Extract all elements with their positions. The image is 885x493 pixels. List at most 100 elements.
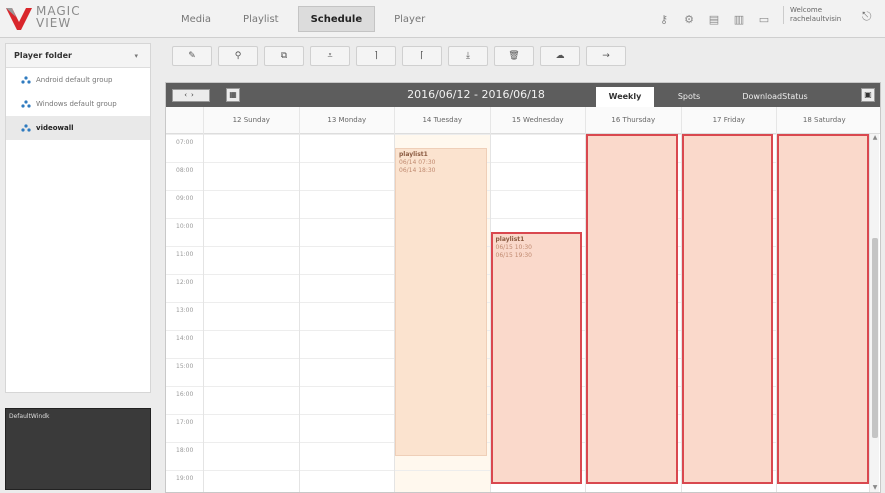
cloud-button[interactable]: ☁ [540, 46, 580, 66]
pencil-icon: ✎ [188, 51, 196, 61]
schedule-event[interactable] [586, 134, 678, 484]
key-icon[interactable]: ⚷ [653, 10, 675, 28]
day-header: 15 Wednesday [489, 107, 586, 134]
day-header-row: 12 Sunday 13 Monday 14 Tuesday 15 Wednesday… [166, 107, 880, 134]
date-range: 2016/06/12 - 2016/06/18 [407, 88, 545, 101]
schedule-event[interactable]: playlist1 06/14 07:30 06/14 18:30 [395, 148, 487, 456]
hour-label: 09:00 [176, 195, 194, 202]
hour-label: 10:00 [176, 223, 194, 230]
hour-label: 11:00 [176, 251, 194, 258]
schedule-toolbar: ✎ ⚲ ⧉ ⩡ ⌉ ⌈ ⤓ 🗑 ☁ → [172, 46, 632, 66]
player-folder-title: Player folder [14, 51, 72, 60]
bracket-right-button[interactable]: ⌉ [356, 46, 396, 66]
gear-icon[interactable]: ⚙ [678, 10, 700, 28]
chevron-down-icon[interactable]: ▾ [134, 44, 138, 68]
schedule-header: ‹› ▦ 2016/06/12 - 2016/06/18 Weekly Spot… [166, 83, 880, 107]
event-time: 06/15 10:30 [495, 244, 533, 251]
time-grid: 07:00 08:00 09:00 10:00 11:00 12:00 13:00 14:00… [166, 134, 873, 492]
tab-download-status[interactable]: DownloadStatus [738, 87, 812, 107]
welcome-user[interactable]: Welcome rachelaultvisin [783, 6, 853, 24]
hour-label: 07:00 [176, 139, 194, 146]
search-icon: ⚲ [234, 51, 242, 61]
event-time: 06/14 18:30 [399, 167, 436, 174]
scroll-up-icon[interactable]: ▲ [870, 134, 880, 144]
cloud-icon: ☁ [555, 51, 565, 61]
delete-button[interactable]: 🗑 [494, 46, 534, 66]
player-folder-header[interactable]: Player folder ▾ [6, 44, 150, 68]
hour-label: 16:00 [176, 391, 194, 398]
schedule-event[interactable] [777, 134, 869, 484]
day-header: 14 Tuesday [394, 107, 490, 134]
scroll-down-icon[interactable]: ▼ [870, 484, 880, 492]
day-header: 17 Friday [680, 107, 777, 134]
tab-weekly[interactable]: Weekly [596, 87, 654, 107]
day-header: 13 Monday [298, 107, 395, 134]
day-header: 12 Sunday [203, 107, 299, 134]
tab-playlist[interactable]: Playlist [230, 6, 292, 32]
align-bottom-button[interactable]: ⩡ [310, 46, 350, 66]
day-header: 18 Saturday [776, 107, 872, 134]
expand-icon[interactable]: ▣ [861, 88, 875, 102]
copy-button[interactable]: ⧉ [264, 46, 304, 66]
hour-label: 08:00 [176, 167, 194, 174]
event-time: 06/14 07:30 [399, 159, 436, 166]
schedule-calendar: ‹› ▦ 2016/06/12 - 2016/06/18 Weekly Spot… [165, 82, 881, 493]
event-title: playlist1 [495, 236, 525, 243]
sidebar-item-label: Windows default group [36, 100, 117, 108]
align-bottom-icon: ⩡ [327, 51, 333, 61]
trash-icon: 🗑 [508, 51, 520, 61]
group-icon [21, 100, 31, 108]
arrow-right-icon: → [602, 51, 610, 61]
magicview-logo[interactable]: MAGIC VIEW [6, 4, 98, 34]
schedule-event[interactable]: playlist1 06/15 10:30 06/15 19:30 [490, 232, 582, 484]
bracket-left-icon: ⌈ [420, 51, 424, 61]
day-divider [203, 134, 204, 492]
event-time: 06/15 19:30 [495, 252, 533, 259]
copy-icon: ⧉ [280, 51, 288, 61]
bracket-right-icon: ⌉ [374, 51, 378, 61]
week-nav-buttons[interactable]: ‹› [172, 89, 210, 102]
next-week-button[interactable]: › [191, 91, 198, 99]
group-icon [21, 124, 31, 132]
logo-text: MAGIC VIEW [36, 4, 81, 30]
header-icons: ⚷ ⚙ ▤ ▥ ▭ [650, 10, 775, 28]
monitor-icon[interactable]: ▭ [753, 10, 775, 28]
search-button[interactable]: ⚲ [218, 46, 258, 66]
sidebar-item-label: videowall [36, 124, 74, 132]
logout-icon[interactable]: ⎋ [862, 9, 878, 27]
hour-label: 19:00 [176, 475, 194, 482]
tab-media[interactable]: Media [168, 6, 224, 32]
hour-label: 18:00 [176, 447, 194, 454]
schedule-event[interactable] [681, 134, 773, 484]
player-folder-panel: Player folder ▾ Android default group Wi… [5, 43, 151, 393]
sidebar-item-label: Android default group [36, 76, 113, 84]
top-bar: MAGIC VIEW Media Playlist Schedule Playe… [0, 0, 885, 38]
preview-label: DefaultWindk [9, 413, 50, 420]
day-divider [298, 134, 300, 492]
sidebar-item-windows-default-group[interactable]: Windows default group [6, 92, 150, 116]
clipboard-icon[interactable]: ▤ [703, 10, 725, 28]
tab-schedule[interactable]: Schedule [297, 6, 376, 32]
user-name: rachelaultvisin [790, 15, 842, 23]
scrollbar[interactable]: ▲ ▼ [869, 134, 880, 492]
arrow-down-icon: ⤓ [466, 51, 470, 61]
tab-player[interactable]: Player [381, 6, 438, 32]
scrollbar-thumb[interactable] [872, 238, 878, 438]
calendar-icon[interactable]: ▦ [226, 88, 240, 102]
forward-button[interactable]: → [586, 46, 626, 66]
sidebar-item-videowall[interactable]: videowall [6, 116, 150, 140]
main-nav: Media Playlist Schedule Player [168, 6, 444, 32]
hour-label: 15:00 [176, 363, 194, 370]
bracket-left-button[interactable]: ⌈ [402, 46, 442, 66]
hour-label: 13:00 [176, 307, 194, 314]
hour-label: 17:00 [176, 419, 194, 426]
logo-mark-icon [6, 8, 32, 30]
edit-button[interactable]: ✎ [172, 46, 212, 66]
download-button[interactable]: ⤓ [448, 46, 488, 66]
group-icon [21, 76, 31, 84]
hour-label: 14:00 [176, 335, 194, 342]
sidebar-item-android-default-group[interactable]: Android default group [6, 68, 150, 92]
tab-spots[interactable]: Spots [666, 87, 712, 107]
bar-chart-icon[interactable]: ▥ [728, 10, 750, 28]
prev-week-button[interactable]: ‹ [184, 91, 191, 99]
